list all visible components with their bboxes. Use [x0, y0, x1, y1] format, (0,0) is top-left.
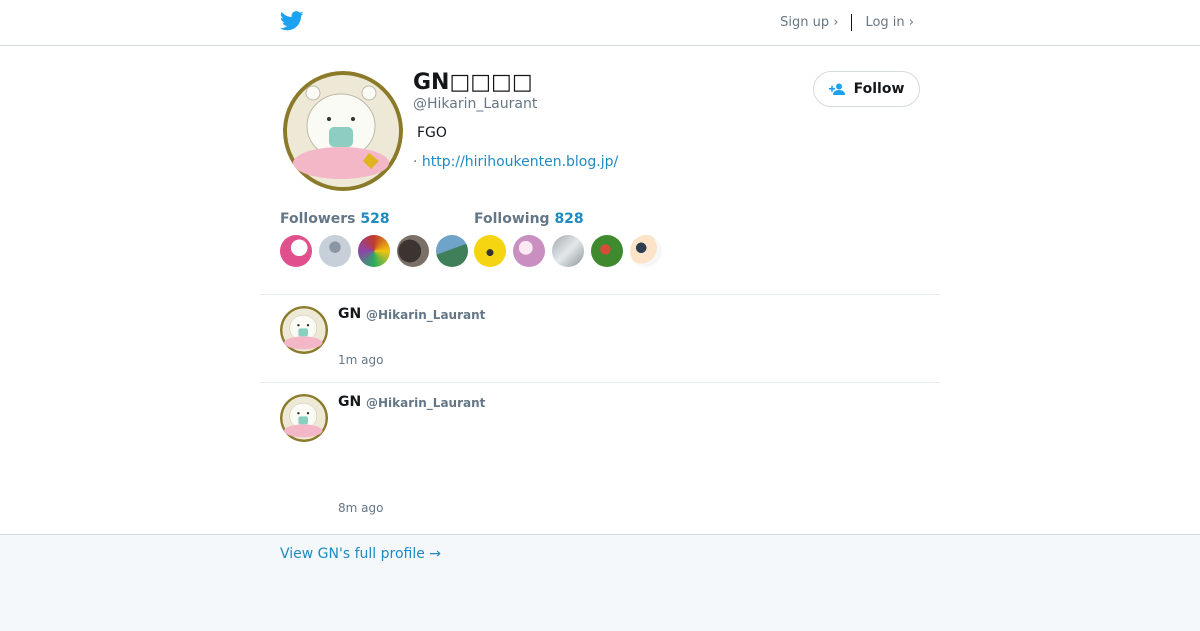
add-user-icon	[828, 83, 845, 95]
following-avatar[interactable]	[474, 235, 506, 267]
tweet-timestamp[interactable]: 8m ago	[338, 501, 383, 515]
avatar-image	[280, 306, 328, 354]
following-avatars	[474, 235, 669, 269]
tweet-author-handle[interactable]: @Hikarin_Laurant	[366, 308, 485, 322]
following-avatar[interactable]	[630, 235, 662, 267]
follower-avatar[interactable]	[397, 235, 429, 267]
profile-card: GN□□□□ @Hikarin_Laurant FGO · http://hir…	[260, 46, 940, 294]
signup-link[interactable]: Sign up ›	[780, 15, 838, 30]
auth-links: Sign up › Log in ›	[780, 14, 914, 31]
profile-url-link[interactable]: http://hirihoukenten.blog.jp/	[422, 154, 618, 170]
tweet-author-handle[interactable]: @Hikarin_Laurant	[366, 396, 485, 410]
avatar-image	[280, 394, 328, 442]
profile-bio: FGO	[417, 125, 447, 141]
url-prefix: ·	[413, 154, 418, 170]
following-count: 828	[554, 211, 584, 227]
top-bar: Sign up › Log in ›	[0, 0, 1200, 46]
following-label: Following	[474, 211, 550, 227]
followers-count: 528	[360, 211, 390, 227]
following-avatar[interactable]	[591, 235, 623, 267]
following-avatar[interactable]	[552, 235, 584, 267]
footer: View GN's full profile →	[0, 534, 1200, 631]
avatar[interactable]	[283, 71, 403, 191]
avatar-image	[283, 71, 403, 191]
top-bar-inner: Sign up › Log in ›	[280, 0, 920, 45]
following-avatar[interactable]	[513, 235, 545, 267]
tweet-timestamp[interactable]: 1m ago	[338, 353, 383, 367]
follow-button[interactable]: Follow	[813, 71, 920, 107]
profile-name: GN□□□□	[413, 70, 533, 95]
tweet[interactable]: GN @Hikarin_Laurant 1m ago	[260, 294, 940, 382]
profile-url-row: · http://hirihoukenten.blog.jp/	[413, 154, 618, 170]
tweet-author-name[interactable]: GN	[338, 394, 361, 410]
tweet-author-name[interactable]: GN	[338, 306, 361, 322]
avatar[interactable]	[280, 306, 328, 354]
following-stat[interactable]: Following 828	[474, 211, 584, 227]
followers-stat[interactable]: Followers 528	[280, 211, 390, 227]
follower-avatar[interactable]	[319, 235, 351, 267]
follower-avatar[interactable]	[358, 235, 390, 267]
tweet[interactable]: GN @Hikarin_Laurant 8m ago	[260, 382, 940, 535]
follower-avatars	[280, 235, 475, 269]
follow-button-label: Follow	[853, 81, 905, 97]
twitter-bird-icon[interactable]	[280, 10, 304, 32]
page: GN□□□□ @Hikarin_Laurant FGO · http://hir…	[260, 46, 940, 535]
login-link[interactable]: Log in ›	[865, 15, 914, 30]
avatar[interactable]	[280, 394, 328, 442]
followers-label: Followers	[280, 211, 356, 227]
view-full-profile-link[interactable]: View GN's full profile →	[280, 546, 441, 562]
follower-avatar[interactable]	[280, 235, 312, 267]
divider	[851, 14, 853, 31]
follower-avatar[interactable]	[436, 235, 468, 267]
profile-handle: @Hikarin_Laurant	[413, 96, 538, 112]
